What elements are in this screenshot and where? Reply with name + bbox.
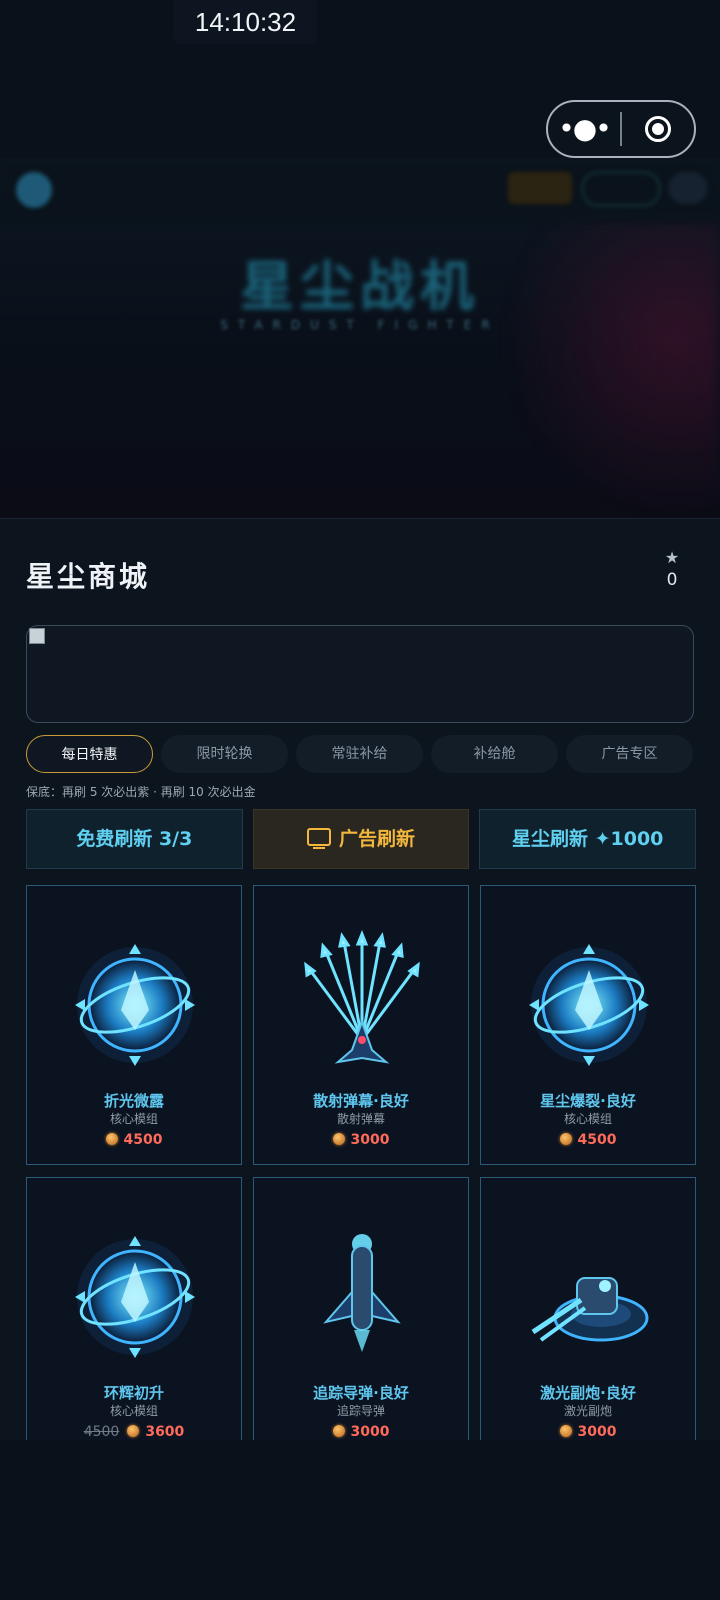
shop-item-card[interactable]: 散射弹幕·良好 散射弹幕 3000 — [253, 885, 469, 1165]
item-type: 激光副炮 — [563, 1404, 612, 1418]
item-type: 核心模组 — [563, 1112, 612, 1126]
ad-refresh-button[interactable]: 广告刷新 — [252, 809, 470, 869]
shop-banner[interactable] — [26, 625, 694, 723]
item-price: 4500 3600 — [83, 1424, 185, 1440]
item-name: 环辉初升 — [103, 1384, 164, 1402]
item-type: 追踪导弹 — [336, 1404, 385, 1418]
more-dots-icon[interactable]: •●• — [548, 100, 620, 158]
item-price: 4500 — [481, 1132, 695, 1148]
shop-panel: 星尘商城 ★ 0 每日特惠 限时轮换 常驻补给 补给舱 广告专区 保底：再刷 5… — [0, 518, 720, 1441]
original-price: 4500 — [83, 1424, 120, 1440]
spread-shot-icon — [304, 930, 420, 1064]
item-type: 核心模组 — [109, 1404, 158, 1418]
free-refresh-button[interactable]: 免费刷新 3/3 — [26, 809, 243, 869]
item-price: 4500 — [27, 1132, 241, 1148]
shop-item-card[interactable]: 环辉初升 核心模组 4500 3600 — [26, 1177, 242, 1441]
target-icon — [645, 116, 671, 142]
core-module-icon — [529, 944, 649, 1066]
tab-supply-pod[interactable]: 补给舱 — [431, 735, 558, 773]
refresh-buttons: 免费刷新 3/3 广告刷新 星尘刷新 ✦1000 — [26, 809, 697, 869]
pity-guarantee-text: 保底：再刷 5 次必出紫 · 再刷 10 次必出金 — [26, 785, 256, 799]
background-avatar — [16, 172, 52, 208]
item-price: 3000 — [254, 1424, 468, 1440]
background-help-pill — [668, 172, 708, 204]
page-title: 星尘商城 — [26, 560, 151, 593]
item-type: 核心模组 — [109, 1112, 158, 1126]
star-counter: ★ 0 — [652, 549, 692, 593]
background-game-subtitle: STARDUST FIGHTER — [220, 318, 500, 332]
tab-ad-zone[interactable]: 广告专区 — [566, 735, 693, 773]
item-name: 星尘爆裂·良好 — [540, 1092, 636, 1110]
status-bar-time: 14:10:32 — [174, 0, 317, 44]
tab-daily-deals[interactable]: 每日特惠 — [26, 735, 153, 773]
shop-item-card[interactable]: 追踪导弹·良好 追踪导弹 3000 — [253, 1177, 469, 1441]
tab-permanent-supply[interactable]: 常驻补给 — [296, 735, 423, 773]
shop-item-card[interactable]: 激光副炮·良好 激光副炮 3000 — [480, 1177, 696, 1441]
stardust-diamond-icon: ✦ — [594, 828, 611, 850]
coin-icon — [559, 1133, 572, 1145]
tab-limited-rotation[interactable]: 限时轮换 — [161, 735, 288, 773]
item-name: 折光微露 — [103, 1092, 164, 1110]
broken-image-icon — [29, 628, 45, 644]
core-module-icon — [75, 1236, 195, 1358]
ad-refresh-label: 广告刷新 — [339, 828, 416, 850]
item-name: 激光副炮·良好 — [540, 1384, 636, 1402]
item-price: 3000 — [254, 1132, 468, 1148]
coin-icon — [332, 1425, 345, 1437]
stardust-refresh-button[interactable]: 星尘刷新 ✦1000 — [479, 809, 697, 869]
bottom-safe-area — [0, 1440, 720, 1600]
stardust-refresh-label: 星尘刷新 — [511, 828, 595, 850]
item-price: 3000 — [481, 1424, 695, 1440]
shop-item-card[interactable]: 折光微露 核心模组 4500 — [26, 885, 242, 1165]
item-name: 散射弹幕·良好 — [313, 1092, 409, 1110]
stardust-refresh-cost: 1000 — [610, 828, 664, 850]
coin-icon — [105, 1133, 118, 1145]
star-icon: ★ — [664, 548, 680, 567]
background-game-title: 星尘战机 — [240, 255, 480, 318]
coin-icon — [559, 1425, 572, 1437]
shop-tabs: 每日特惠 限时轮换 常驻补给 补给舱 广告专区 — [26, 735, 696, 773]
coin-icon — [127, 1425, 140, 1437]
item-name: 追踪导弹·良好 — [313, 1384, 409, 1402]
core-module-icon — [75, 944, 195, 1066]
background-game-screen: 星尘战机 STARDUST FIGHTER — [0, 158, 720, 518]
shop-item-card[interactable]: 星尘爆裂·良好 核心模组 4500 — [480, 885, 696, 1165]
homing-missile-icon — [323, 1234, 401, 1352]
coin-icon — [332, 1133, 345, 1145]
miniprogram-capsule: •●• — [546, 100, 696, 158]
close-miniprogram-button[interactable] — [622, 116, 694, 142]
background-energy-pill — [582, 172, 660, 206]
background-currency-pill — [508, 172, 572, 204]
star-count: 0 — [666, 570, 678, 590]
tv-icon — [307, 828, 331, 849]
laser-turret-icon — [531, 1277, 649, 1342]
item-type: 散射弹幕 — [336, 1112, 385, 1126]
